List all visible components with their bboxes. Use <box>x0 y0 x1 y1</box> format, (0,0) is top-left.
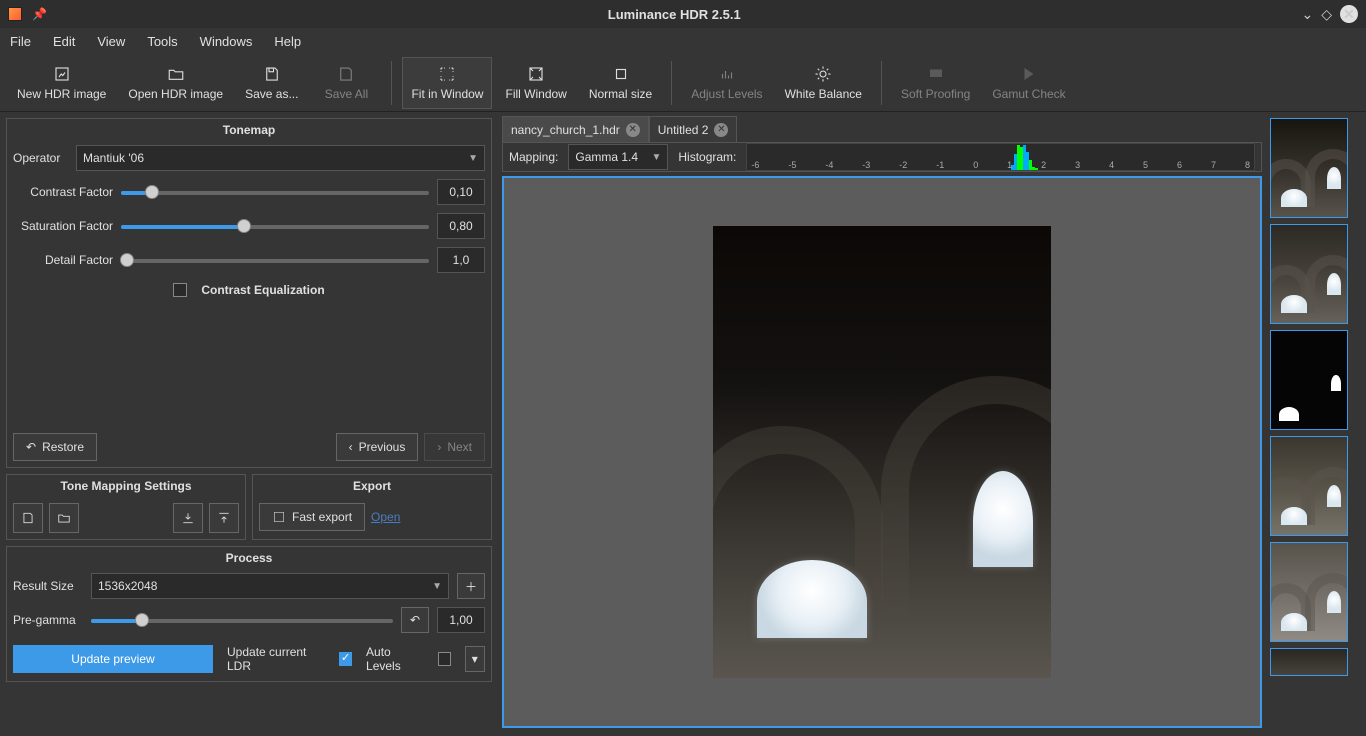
result-size-select[interactable]: 1536x2048▼ <box>91 573 449 599</box>
preview-thumb[interactable] <box>1270 436 1348 536</box>
preview-list <box>1266 112 1366 732</box>
histogram-label: Histogram: <box>678 150 736 164</box>
export-button[interactable] <box>209 503 239 533</box>
menu-windows[interactable]: Windows <box>200 34 253 49</box>
preview-thumb[interactable] <box>1270 648 1348 676</box>
tonemap-title: Tonemap <box>7 119 491 141</box>
close-icon[interactable]: ✕ <box>1340 5 1358 23</box>
minimize-icon[interactable]: ⌄ <box>1301 6 1313 23</box>
saturation-slider[interactable] <box>121 216 429 236</box>
update-ldr-label: Update current LDR <box>227 645 325 673</box>
chevron-down-icon: ▼ <box>651 152 661 163</box>
menu-tools[interactable]: Tools <box>147 34 177 49</box>
mapping-label: Mapping: <box>509 150 558 164</box>
white-balance-button[interactable]: White Balance <box>776 57 871 109</box>
menu-edit[interactable]: Edit <box>53 34 75 49</box>
save-all-button: Save All <box>311 57 381 109</box>
pin-icon[interactable]: 📌 <box>32 7 47 21</box>
detail-label: Detail Factor <box>13 253 113 267</box>
operator-select[interactable]: Mantiuk '06▼ <box>76 145 485 171</box>
settings-panel: Tone Mapping Settings <box>6 474 246 540</box>
menubar: File Edit View Tools Windows Help <box>0 28 1366 54</box>
preview-thumb[interactable] <box>1270 330 1348 430</box>
chevron-right-icon: › <box>437 440 441 454</box>
pregamma-value[interactable]: 1,00 <box>437 607 485 633</box>
fit-window-button[interactable]: Fit in Window <box>402 57 492 109</box>
new-hdr-button[interactable]: New HDR image <box>8 57 115 109</box>
operator-label: Operator <box>13 151 68 165</box>
settings-title: Tone Mapping Settings <box>7 475 245 497</box>
auto-levels-checkbox[interactable] <box>438 652 451 666</box>
contrast-slider[interactable] <box>121 182 429 202</box>
histogram[interactable]: -6-5-4-3-2-1012345678 <box>746 143 1255 171</box>
update-preview-button[interactable]: Update preview <box>13 645 213 673</box>
save-as-button[interactable]: Save as... <box>236 57 307 109</box>
export-open-link[interactable]: Open <box>371 510 400 524</box>
result-size-label: Result Size <box>13 579 83 593</box>
normal-size-button[interactable]: Normal size <box>580 57 661 109</box>
menu-help[interactable]: Help <box>274 34 301 49</box>
menu-file[interactable]: File <box>10 34 31 49</box>
preview-thumb[interactable] <box>1270 542 1348 642</box>
restore-button[interactable]: ↶Restore <box>13 433 97 461</box>
process-panel: Process Result Size 1536x2048▼ ＋ Pre-gam… <box>6 546 492 682</box>
contrast-eq-label: Contrast Equalization <box>201 283 324 297</box>
document-tabs: nancy_church_1.hdr✕ Untitled 2✕ <box>502 116 1266 142</box>
detail-slider[interactable] <box>121 250 429 270</box>
chevron-left-icon: ‹ <box>349 440 353 454</box>
process-title: Process <box>7 547 491 569</box>
open-settings-button[interactable] <box>49 503 79 533</box>
app-icon <box>8 7 22 21</box>
contrast-eq-checkbox[interactable] <box>173 283 187 297</box>
export-title: Export <box>253 475 491 497</box>
close-icon[interactable]: ✕ <box>626 123 640 137</box>
auto-levels-label: Auto Levels <box>366 645 424 673</box>
gamut-check-button: Gamut Check <box>983 57 1074 109</box>
import-button[interactable] <box>173 503 203 533</box>
pregamma-label: Pre-gamma <box>13 613 83 627</box>
maximize-icon[interactable]: ◇ <box>1321 6 1332 23</box>
contrast-label: Contrast Factor <box>13 185 113 199</box>
detail-value[interactable]: 1,0 <box>437 247 485 273</box>
toolbar: New HDR image Open HDR image Save as... … <box>0 54 1366 112</box>
saturation-value[interactable]: 0,80 <box>437 213 485 239</box>
adjust-levels-button: Adjust Levels <box>682 57 771 109</box>
hdr-image <box>713 226 1051 678</box>
fast-export-button[interactable]: Fast export <box>259 503 365 531</box>
update-ldr-checkbox[interactable] <box>339 652 352 666</box>
auto-levels-menu-button[interactable]: ▾ <box>465 646 485 672</box>
tonemap-panel: Tonemap Operator Mantiuk '06▼ Contrast F… <box>6 118 492 468</box>
add-size-button[interactable]: ＋ <box>457 573 485 599</box>
mapping-select[interactable]: Gamma 1.4▼ <box>568 144 668 170</box>
undo-icon: ↶ <box>26 440 36 454</box>
image-viewer[interactable] <box>502 176 1262 728</box>
document-bar: Mapping: Gamma 1.4▼ Histogram: -6-5-4-3-… <box>502 142 1262 172</box>
titlebar: 📌 Luminance HDR 2.5.1 ⌄ ◇ ✕ <box>0 0 1366 28</box>
previous-button[interactable]: ‹Previous <box>336 433 419 461</box>
contrast-value[interactable]: 0,10 <box>437 179 485 205</box>
tab-untitled[interactable]: Untitled 2✕ <box>649 116 738 142</box>
fill-window-button[interactable]: Fill Window <box>496 57 575 109</box>
close-icon[interactable]: ✕ <box>714 123 728 137</box>
chevron-down-icon: ▼ <box>432 581 442 592</box>
saturation-label: Saturation Factor <box>13 219 113 233</box>
menu-view[interactable]: View <box>97 34 125 49</box>
window-title: Luminance HDR 2.5.1 <box>47 7 1302 22</box>
soft-proofing-button: Soft Proofing <box>892 57 979 109</box>
export-panel: Export Fast export Open <box>252 474 492 540</box>
preview-thumb[interactable] <box>1270 224 1348 324</box>
open-hdr-button[interactable]: Open HDR image <box>119 57 232 109</box>
save-settings-button[interactable] <box>13 503 43 533</box>
pregamma-slider[interactable] <box>91 610 393 630</box>
chevron-down-icon: ▼ <box>468 153 478 164</box>
next-button: ›Next <box>424 433 485 461</box>
reset-pregamma-button[interactable]: ↶ <box>401 607 429 633</box>
tab-nancy-church[interactable]: nancy_church_1.hdr✕ <box>502 116 649 142</box>
preview-thumb[interactable] <box>1270 118 1348 218</box>
